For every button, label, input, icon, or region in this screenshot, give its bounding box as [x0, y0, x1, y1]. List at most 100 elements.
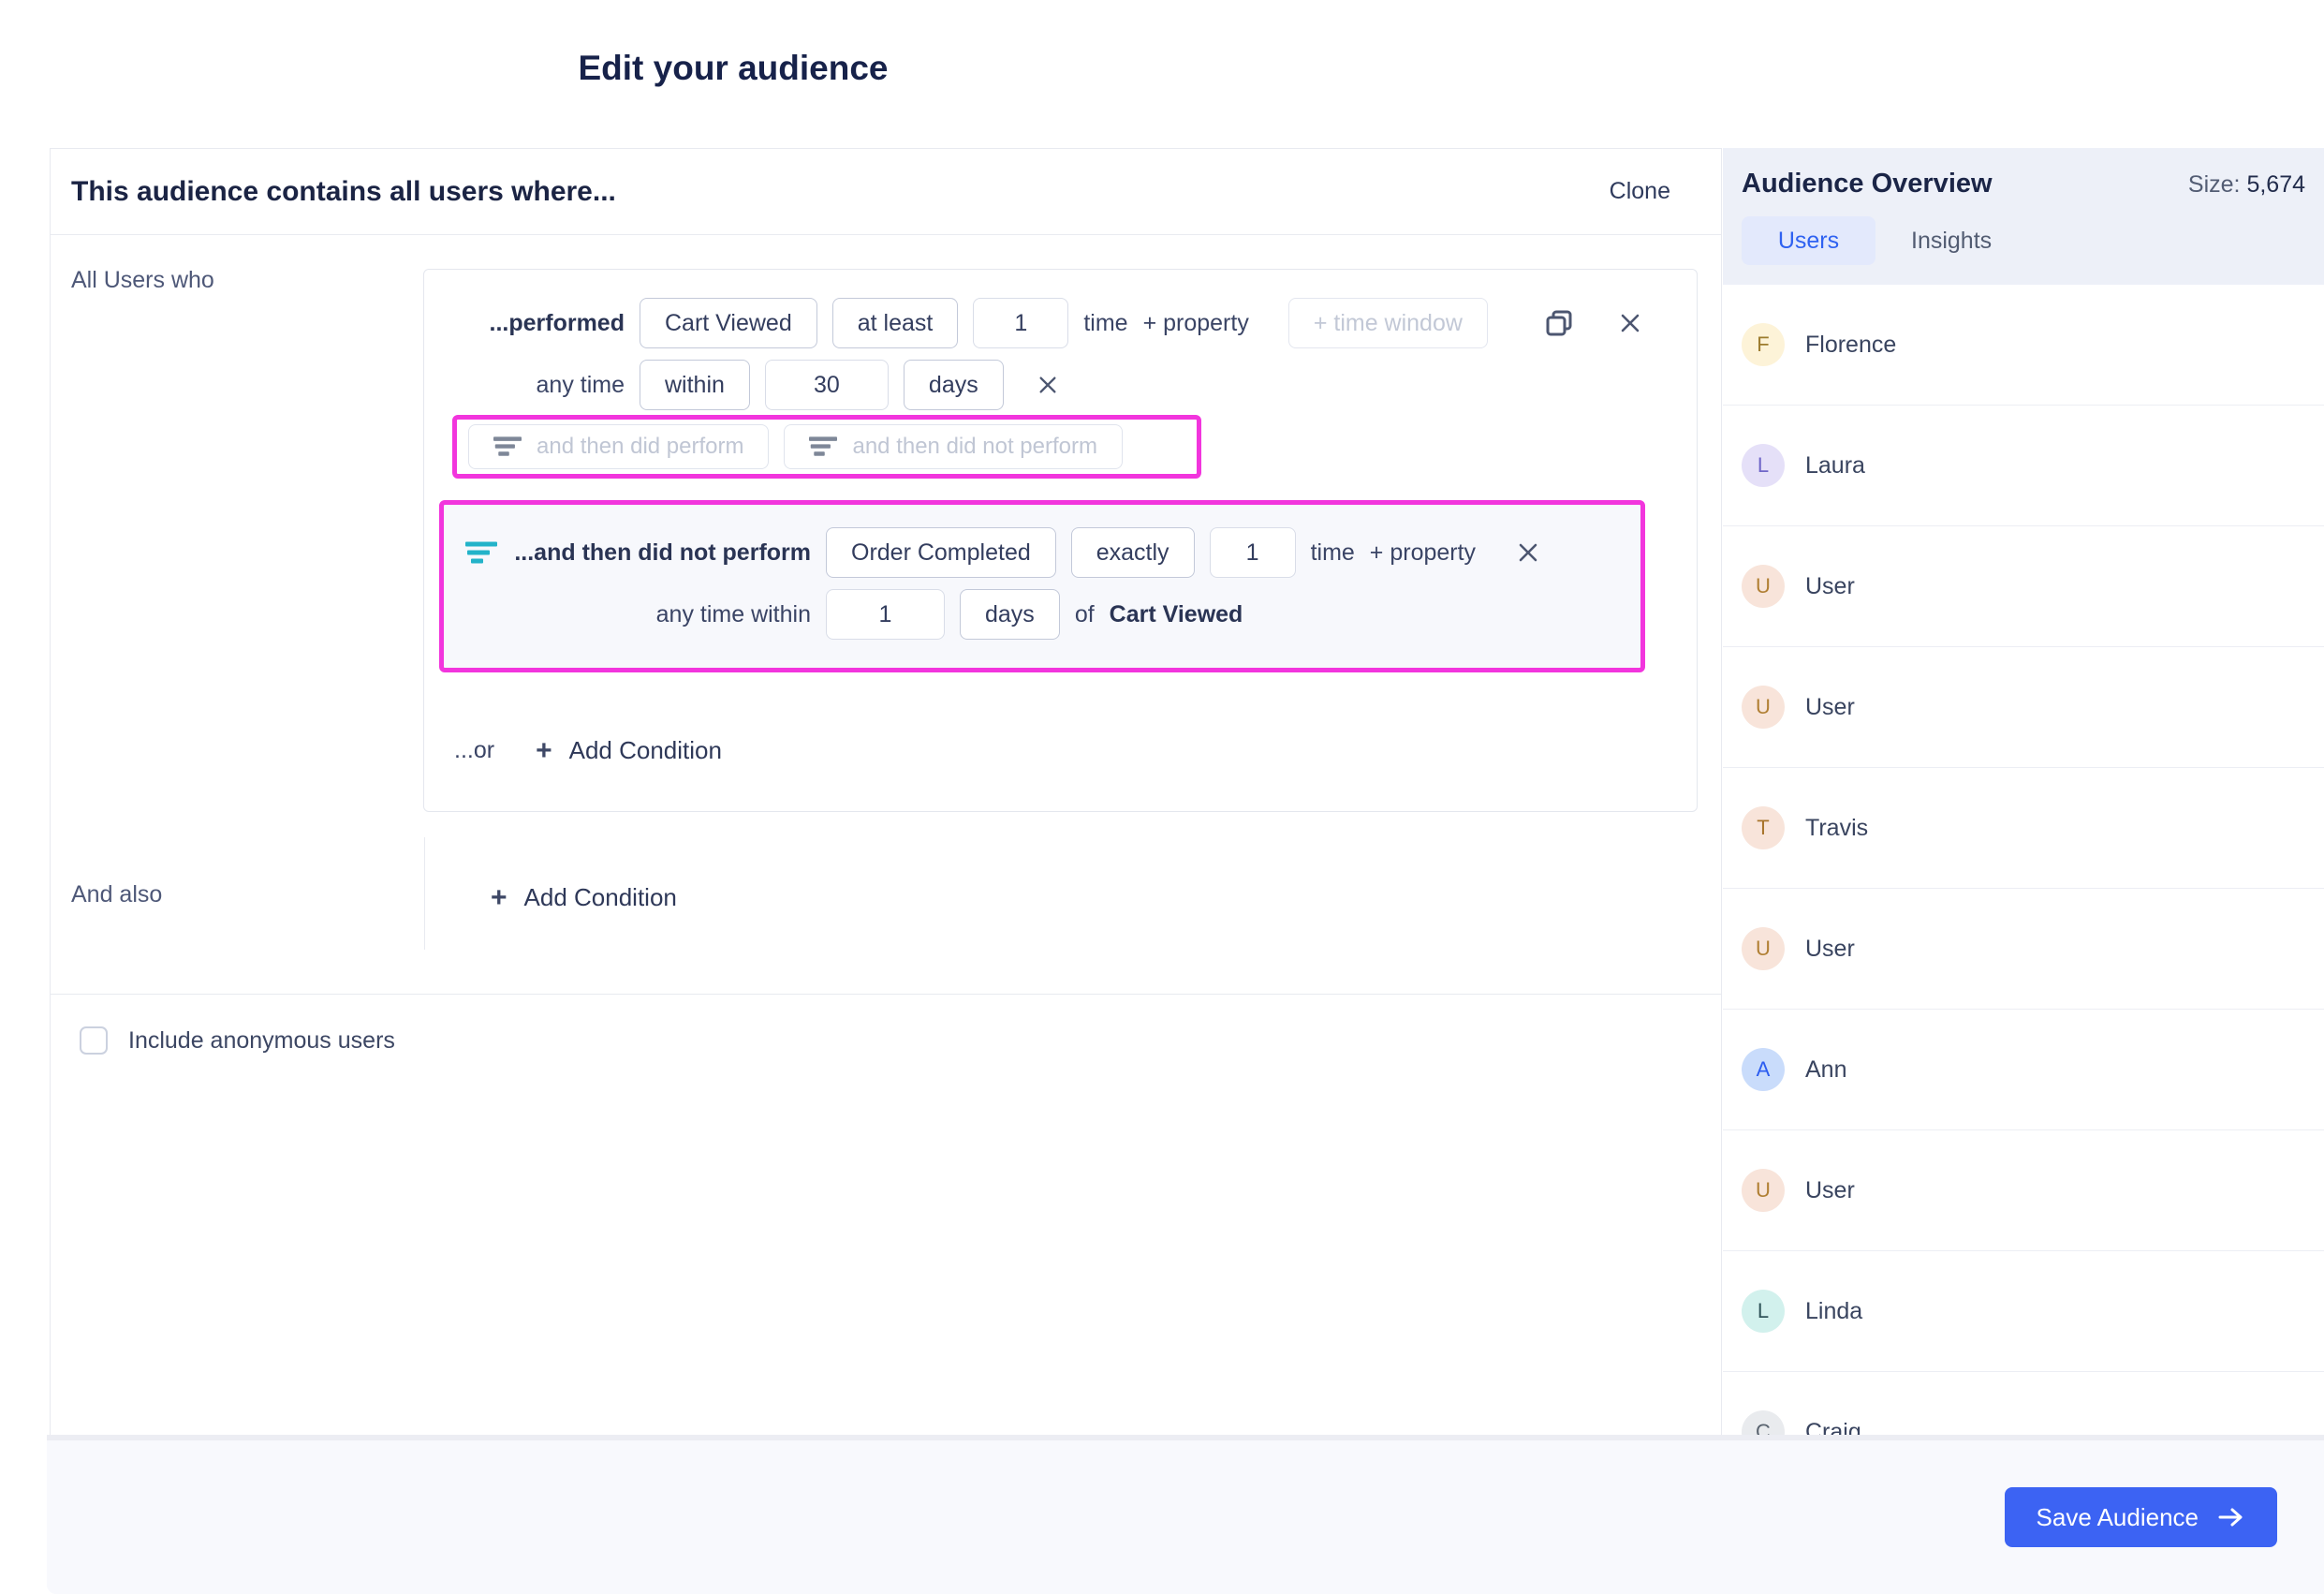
remove-condition-button[interactable]: [1619, 312, 1641, 334]
count-input[interactable]: 1: [1209, 527, 1296, 578]
avatar: F: [1742, 323, 1785, 366]
include-anonymous-label: Include anonymous users: [128, 1026, 395, 1054]
and-then-did-not-perform-button[interactable]: and then did not perform: [784, 424, 1123, 469]
add-condition-button[interactable]: + Add Condition: [491, 883, 677, 912]
audience-editor-screen: Edit your audience This audience contain…: [0, 0, 2324, 1594]
event-select[interactable]: Order Completed: [826, 527, 1056, 578]
avatar: T: [1742, 806, 1785, 849]
avatar: L: [1742, 1290, 1785, 1333]
seq-did-not-perform-label: and then did not perform: [852, 434, 1097, 459]
add-property-button[interactable]: + property: [1143, 310, 1249, 337]
save-audience-label: Save Audience: [2036, 1502, 2199, 1531]
user-name: User: [1805, 572, 1855, 599]
user-row[interactable]: L Laura: [1723, 406, 2324, 526]
group-label: All Users who: [71, 267, 214, 293]
audience-size: Size: 5,674: [2188, 171, 2305, 199]
add-condition-label: Add Condition: [523, 883, 677, 911]
audience-builder-card: This audience contains all users where..…: [50, 148, 1722, 1436]
copy-icon: [1546, 310, 1572, 336]
seq-did-perform-label: and then did perform: [537, 434, 744, 459]
avatar: U: [1742, 1169, 1785, 1212]
user-row[interactable]: A Ann: [1723, 1010, 2324, 1130]
overview-tabs: Users Insights: [1742, 216, 2305, 265]
avatar: A: [1742, 1048, 1785, 1091]
user-row[interactable]: U User: [1723, 1130, 2324, 1251]
user-name: Linda: [1805, 1297, 1863, 1324]
remove-time-window-button[interactable]: [1037, 375, 1058, 395]
within-value-input[interactable]: 30: [764, 360, 889, 410]
condition-group-card: ...performed Cart Viewed at least 1 time…: [423, 269, 1698, 812]
and-also-label: And also: [71, 881, 163, 908]
builder-header-title: This audience contains all users where..…: [71, 175, 616, 207]
or-row: ...or + Add Condition: [454, 736, 722, 765]
and-then-did-perform-button[interactable]: and then did perform: [468, 424, 770, 469]
reference-event-label: Cart Viewed: [1109, 600, 1243, 627]
save-audience-button[interactable]: Save Audience: [2004, 1487, 2277, 1547]
overview-header: Audience Overview Size: 5,674 Users Insi…: [1723, 148, 2324, 285]
add-property-button[interactable]: + property: [1370, 539, 1476, 567]
any-time-within-label: any time within: [655, 600, 811, 627]
sequence-buttons-highlight: and then did perform and then did not pe…: [452, 415, 1201, 479]
or-label: ...or: [454, 737, 495, 763]
user-name: Laura: [1805, 451, 1865, 479]
user-row[interactable]: U User: [1723, 526, 2324, 647]
page-title: Edit your audience: [578, 49, 889, 87]
avatar: U: [1742, 686, 1785, 729]
within-unit-select[interactable]: days: [903, 360, 1004, 410]
and-also-row: + Add Condition: [491, 883, 677, 912]
condition1-row2: any time within 30 days: [424, 360, 1058, 410]
size-value: 5,674: [2246, 171, 2305, 198]
tab-users[interactable]: Users: [1742, 216, 1875, 265]
user-row[interactable]: C Craig: [1723, 1372, 2324, 1436]
filter-icon: [465, 541, 498, 563]
tab-insights[interactable]: Insights: [1911, 228, 1992, 255]
any-time-label: any time: [536, 371, 625, 398]
user-name: Travis: [1805, 814, 1869, 841]
condition2-prefix: ...and then did not perform: [514, 539, 811, 566]
time-window-button[interactable]: + time window: [1287, 298, 1488, 348]
user-row[interactable]: L Linda: [1723, 1251, 2324, 1372]
sequence-condition-highlight: ...and then did not perform Order Comple…: [439, 500, 1645, 672]
avatar: U: [1742, 565, 1785, 608]
content-divider: [51, 994, 1721, 995]
close-icon: [1039, 376, 1056, 393]
include-anonymous-checkbox[interactable]: [80, 1026, 108, 1055]
close-icon: [1519, 543, 1537, 562]
condition1-prefix: ...performed: [489, 309, 625, 336]
builder-header: This audience contains all users where..…: [51, 149, 1721, 235]
within-select[interactable]: within: [640, 360, 750, 410]
user-name: Ann: [1805, 1055, 1847, 1083]
within-value-input[interactable]: 1: [826, 589, 945, 640]
add-condition-button[interactable]: + Add Condition: [536, 736, 722, 765]
clone-button[interactable]: Clone: [1610, 178, 1670, 205]
user-row[interactable]: U User: [1723, 889, 2324, 1010]
operator-select[interactable]: at least: [831, 298, 959, 348]
count-input[interactable]: 1: [973, 298, 1069, 348]
user-row[interactable]: U User: [1723, 647, 2324, 768]
user-name: User: [1805, 1176, 1855, 1203]
event-select[interactable]: Cart Viewed: [640, 298, 817, 348]
within-unit-select[interactable]: days: [960, 589, 1060, 640]
user-name: Craig: [1805, 1418, 1861, 1437]
time-label: time: [1310, 539, 1355, 566]
user-name: User: [1805, 693, 1855, 720]
condition2-anytime-cell: any time within: [444, 601, 811, 628]
remove-condition-button[interactable]: [1517, 541, 1539, 564]
condition2-row2: any time within 1 days of Cart Viewed: [444, 589, 1243, 640]
plus-icon: +: [536, 734, 552, 766]
user-list: F Florence L Laura U User U User T Travi…: [1723, 285, 2324, 1436]
of-label: of: [1074, 600, 1095, 627]
user-row[interactable]: F Florence: [1723, 285, 2324, 406]
duplicate-condition-button[interactable]: [1544, 308, 1574, 338]
avatar: C: [1742, 1410, 1785, 1436]
operator-select[interactable]: exactly: [1070, 527, 1195, 578]
builder-content: All Users who ...performed Cart Viewed a…: [51, 235, 1721, 1436]
filter-icon: [809, 436, 838, 456]
overview-title: Audience Overview: [1742, 169, 1993, 199]
anonymous-users-row: Include anonymous users: [80, 1026, 395, 1055]
user-row[interactable]: T Travis: [1723, 768, 2324, 889]
condition2-prefix-cell: ...and then did not perform: [444, 539, 811, 567]
avatar: L: [1742, 444, 1785, 487]
filter-icon: [493, 436, 522, 456]
user-name: Florence: [1805, 331, 1897, 358]
